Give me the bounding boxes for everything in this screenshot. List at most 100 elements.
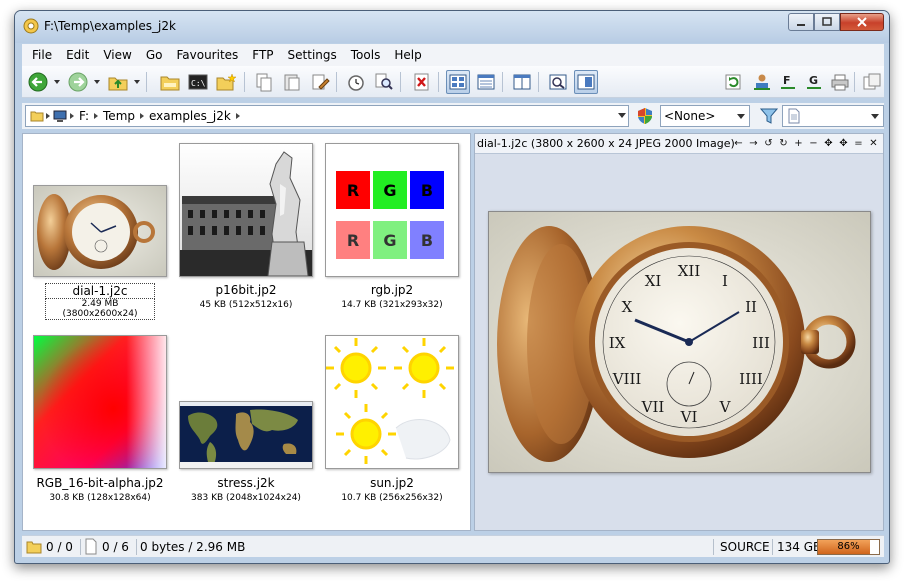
rgb-block-green: G (373, 171, 407, 209)
svg-text:F: F (783, 74, 791, 87)
menu-tools[interactable]: Tools (344, 44, 388, 66)
new-folder-button[interactable] (214, 70, 238, 94)
up-dropdown-icon[interactable] (134, 80, 140, 84)
up-folder-button[interactable] (106, 70, 130, 94)
command-prompt-icon: C:\ (188, 74, 208, 90)
svg-text:I: I (722, 272, 728, 290)
edit-button[interactable] (308, 70, 332, 94)
thumbnail-dial[interactable] (33, 185, 167, 277)
menu-icon[interactable]: = (853, 137, 864, 150)
svg-text:XI: XI (645, 272, 662, 290)
menu-favourites[interactable]: Favourites (169, 44, 245, 66)
file-meta-sun: 10.7 KB (256x256x32) (341, 493, 443, 503)
preview-button[interactable] (546, 70, 570, 94)
window-button[interactable] (860, 70, 884, 94)
menu-settings[interactable]: Settings (281, 44, 344, 66)
viewer-header: dial-1.j2c (3800 x 2600 x 24 JPEG 2000 I… (475, 134, 883, 154)
maximize-button[interactable] (814, 13, 840, 31)
menu-view[interactable]: View (96, 44, 138, 66)
command-prompt-button[interactable]: C:\ (186, 70, 210, 94)
chevron-down-icon (871, 114, 879, 119)
address-dropdown-icon[interactable] (618, 113, 626, 118)
file-name-sun[interactable]: sun.jp2 (322, 476, 462, 490)
breadcrumb-separator (70, 113, 74, 119)
filter-select-value: <None> (664, 109, 716, 123)
file-name-dial[interactable]: dial-1.j2c (45, 283, 155, 299)
copy-button[interactable] (252, 70, 276, 94)
svg-text:III: III (752, 334, 770, 352)
menu-bar: File Edit View Go Favourites FTP Setting… (22, 44, 884, 66)
rotate-right-icon[interactable]: ↻ (778, 137, 789, 150)
zoom-out-icon[interactable]: − (808, 137, 819, 150)
svg-text:X: X (622, 298, 633, 316)
toolbar: C:\ F G (22, 66, 884, 98)
menu-go[interactable]: Go (139, 44, 170, 66)
file-name-rgb16alpha[interactable]: RGB_16-bit-alpha.jp2 (30, 476, 170, 490)
breadcrumb-examples[interactable]: examples_j2k (149, 109, 231, 123)
print-button[interactable] (828, 70, 852, 94)
paste-button[interactable] (280, 70, 304, 94)
view-mode-select[interactable] (782, 105, 884, 127)
file-name-rgb[interactable]: rgb.jp2 (322, 283, 462, 297)
details-view-button[interactable] (474, 70, 498, 94)
refresh-button[interactable] (722, 70, 746, 94)
title-bar[interactable]: F:\Temp\examples_j2k (15, 11, 889, 43)
delete-button[interactable] (410, 70, 434, 94)
svg-text:V: V (719, 398, 732, 416)
close-button[interactable] (840, 13, 884, 31)
rgb-block-blue-light: B (410, 221, 444, 259)
file-list-pane[interactable]: dial-1.j2c 2.49 MB (3800x2600x24) p16bit… (22, 133, 471, 531)
viewer-pane-button[interactable] (574, 70, 598, 94)
minimize-button[interactable] (788, 13, 814, 31)
funnel-icon[interactable] (759, 107, 779, 128)
breadcrumb-temp[interactable]: Temp (103, 109, 135, 123)
menu-file[interactable]: File (25, 44, 59, 66)
menu-ftp[interactable]: FTP (245, 44, 280, 66)
computer-icon (53, 110, 67, 122)
close-viewer-icon[interactable]: ✕ (868, 137, 879, 150)
image-preview[interactable]: XII I II III IIII V VI VII VIII IX X XI (488, 211, 871, 473)
viewer-title: dial-1.j2c (3800 x 2600 x 24 JPEG 2000 I… (477, 137, 735, 150)
clock-button[interactable] (344, 70, 368, 94)
pan-icon[interactable]: ✥ (823, 137, 834, 150)
file-name-p16bit[interactable]: p16bit.jp2 (176, 283, 316, 297)
file-name-stress[interactable]: stress.j2k (176, 476, 316, 490)
font-f-button[interactable]: F (776, 70, 800, 94)
back-dropdown-icon[interactable] (54, 80, 60, 84)
file-meta-rgb16alpha: 30.8 KB (128x128x64) (49, 493, 151, 503)
shield-icon[interactable] (636, 107, 654, 128)
forward-arrow-icon (68, 72, 88, 92)
breadcrumb-drive[interactable]: F: (79, 109, 89, 123)
dual-pane-button[interactable] (510, 70, 534, 94)
menu-edit[interactable]: Edit (59, 44, 96, 66)
magnifier-icon (549, 74, 567, 90)
thumbnail-rgb16alpha[interactable] (33, 335, 167, 469)
selected-folders-count: 0 / 0 (46, 540, 73, 554)
svg-text:XII: XII (678, 262, 701, 280)
forward-button[interactable] (66, 70, 90, 94)
thumbnail-p16bit[interactable] (179, 143, 313, 277)
menu-help[interactable]: Help (387, 44, 428, 66)
address-field[interactable]: F: Temp examples_j2k (25, 105, 629, 127)
rgb-block-red-light: R (336, 221, 370, 259)
thumbnail-rgb[interactable]: R G B R G B (325, 143, 459, 277)
thumbnail-view-button[interactable] (446, 70, 470, 94)
previous-image-icon[interactable]: ← (733, 137, 744, 150)
rgb-block-red: R (336, 171, 370, 209)
chevron-down-icon (737, 114, 745, 119)
next-image-icon[interactable]: → (748, 137, 759, 150)
thumbnail-stress[interactable] (179, 401, 313, 469)
thumbnail-sun[interactable] (325, 335, 459, 469)
find-button[interactable] (372, 70, 396, 94)
forward-dropdown-icon[interactable] (94, 80, 100, 84)
fit-icon[interactable]: ✥ (838, 137, 849, 150)
rotate-left-icon[interactable]: ↺ (763, 137, 774, 150)
back-button[interactable] (26, 70, 50, 94)
pocket-watch-thumbnail (34, 186, 166, 276)
filter-select[interactable]: <None> (660, 105, 750, 127)
font-g-button[interactable]: G (802, 70, 826, 94)
zoom-in-icon[interactable]: + (793, 137, 804, 150)
folder-tree-button[interactable] (158, 70, 182, 94)
status-bar: 0 / 0 0 / 6 0 bytes / 2.96 MB SOURCE 134… (22, 535, 884, 557)
user-button[interactable] (750, 70, 774, 94)
